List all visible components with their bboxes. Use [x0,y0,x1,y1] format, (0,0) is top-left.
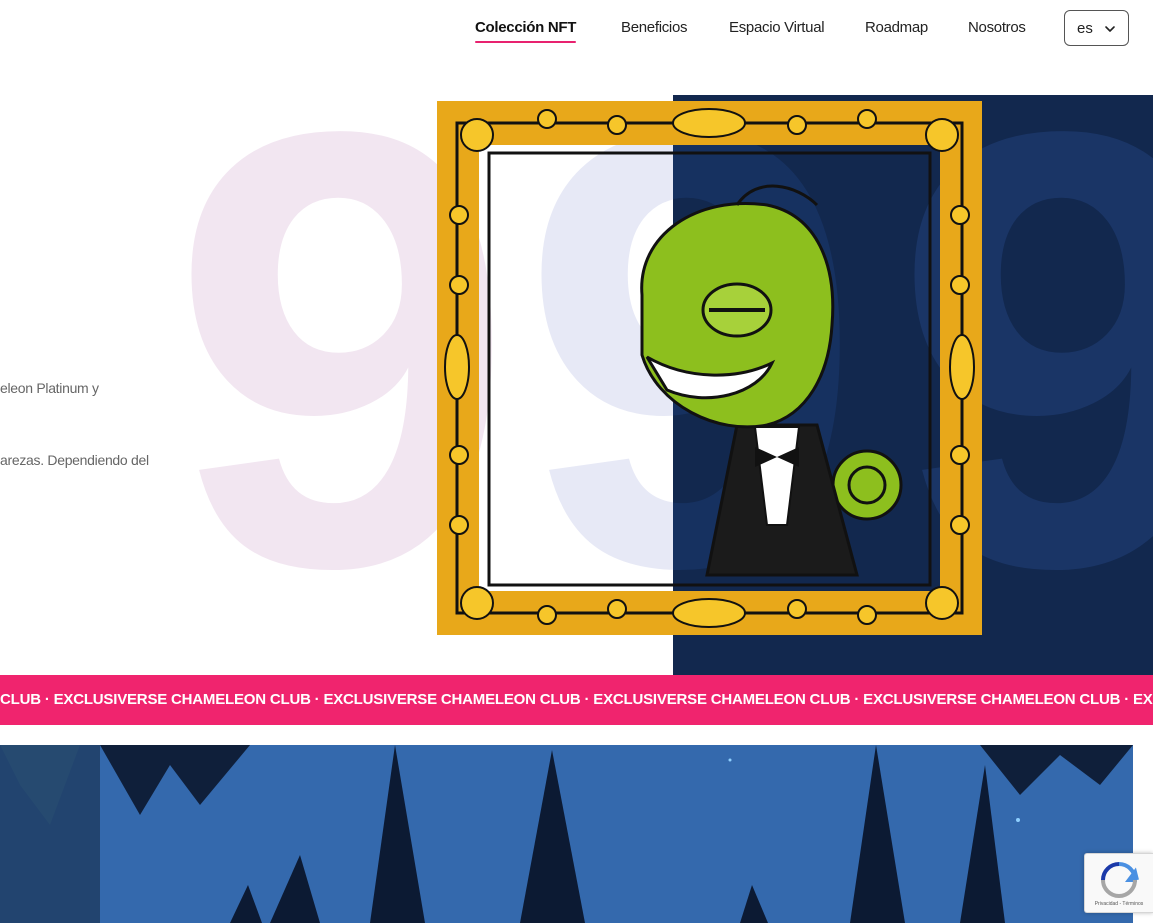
top-nav: Colección NFT Beneficios Espacio Virtual… [0,0,1153,60]
night-forest-illustration-icon [0,745,1133,923]
language-select[interactable]: es [1064,10,1129,46]
marquee-banner: CLUB · EXCLUSIVERSE CHAMELEON CLUB · EXC… [0,675,1153,725]
nav-item-roadmap[interactable]: Roadmap [865,19,928,36]
recaptcha-label: Privacidad - Términos [1094,901,1144,907]
hero-description-line-2: arezas. Dependiendo del [0,452,149,468]
hero-description-line-1: eleon Platinum y [0,380,99,396]
page: Colección NFT Beneficios Espacio Virtual… [0,0,1153,923]
recaptcha-icon [1101,862,1139,898]
nav-item-coleccion-nft[interactable]: Colección NFT [475,19,576,43]
chameleon-in-tuxedo-framed-artwork-icon [435,101,984,635]
language-select-value: es [1077,19,1093,37]
nav-item-beneficios[interactable]: Beneficios [621,19,688,36]
chevron-down-icon [1105,26,1115,32]
marquee-text: CLUB · EXCLUSIVERSE CHAMELEON CLUB · EXC… [0,691,1153,708]
chameleon-artwork [435,95,984,645]
nav-item-nosotros[interactable]: Nosotros [968,19,1026,36]
virtual-space-scene [0,745,1133,923]
recaptcha-badge[interactable]: Privacidad - Términos [1084,853,1153,913]
nav-item-espacio-virtual[interactable]: Espacio Virtual [729,19,825,36]
